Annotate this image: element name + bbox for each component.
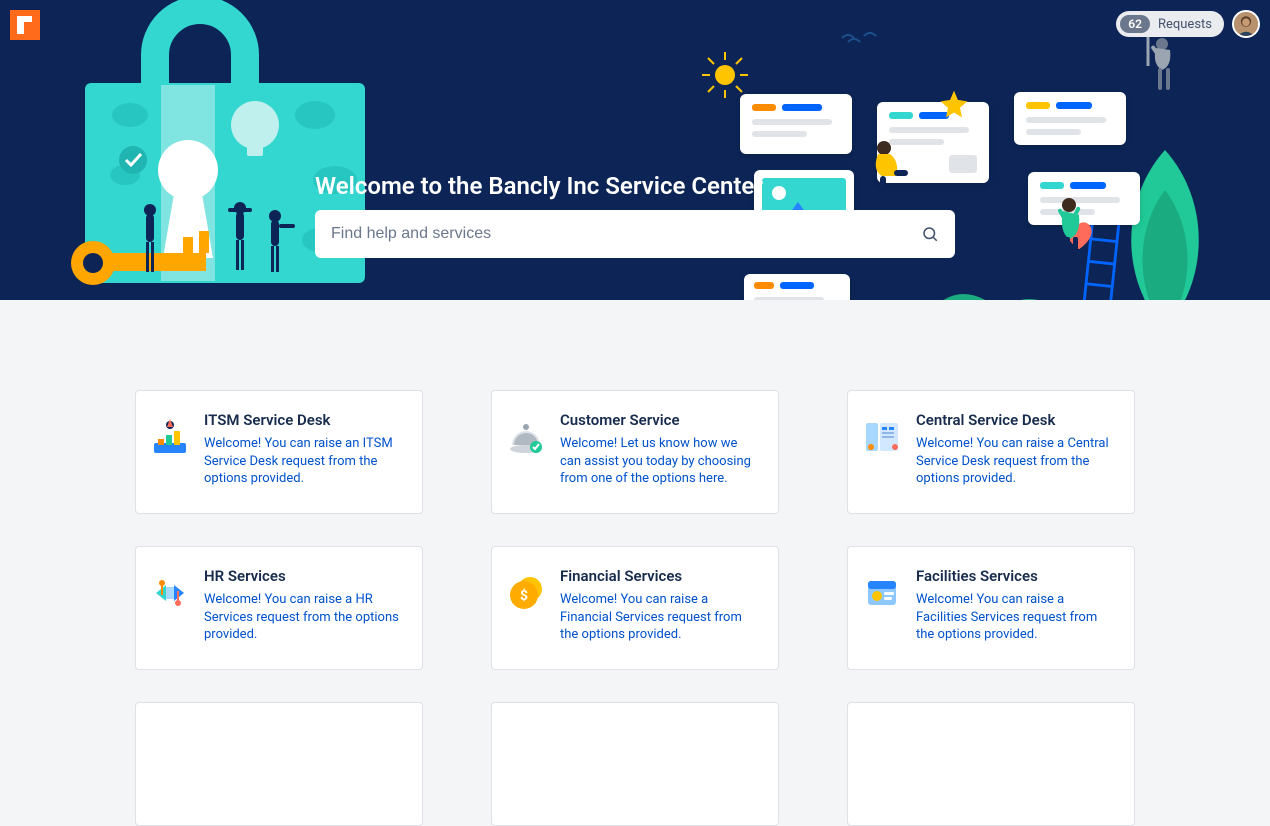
hero-banner: 62 Requests Welcome to the Bancly Inc Se…: [0, 0, 1270, 300]
birds-icon: [840, 32, 880, 52]
card-placeholder[interactable]: [847, 702, 1135, 826]
central-desk-icon: [862, 417, 902, 457]
card-title: Financial Services: [560, 567, 758, 585]
card-desc: Welcome! Let us know how we can assist y…: [560, 435, 758, 488]
requests-button[interactable]: 62 Requests: [1116, 11, 1224, 37]
bush-icon: [860, 272, 1080, 300]
hero-illustration-right: [720, 60, 1180, 300]
facilities-icon: [862, 573, 902, 613]
card-facilities-services[interactable]: Facilities Services Welcome! You can rai…: [847, 546, 1135, 670]
search-input[interactable]: [315, 210, 955, 258]
brand-logo[interactable]: [10, 10, 40, 40]
card-financial-services[interactable]: $ Financial Services Welcome! You can ra…: [491, 546, 779, 670]
card-desc: Welcome! You can raise a Central Service…: [916, 435, 1114, 488]
card-customer-service[interactable]: Customer Service Welcome! Let us know ho…: [491, 390, 779, 514]
search-container: [315, 210, 955, 258]
card-placeholder[interactable]: [135, 702, 423, 826]
card-placeholder[interactable]: [491, 702, 779, 826]
star-icon: [938, 88, 970, 120]
illustration-person-flag: [1140, 34, 1190, 96]
hr-icon: [150, 573, 190, 613]
card-desc: Welcome! You can raise a HR Services req…: [204, 591, 402, 644]
sun-icon: [700, 50, 750, 100]
card-itsm-service-desk[interactable]: ITSM Service Desk Welcome! You can raise…: [135, 390, 423, 514]
financial-icon: $: [506, 573, 546, 613]
card-title: Customer Service: [560, 411, 758, 429]
requests-label: Requests: [1158, 17, 1212, 32]
illustration-person-sitting: [870, 140, 912, 190]
customer-service-icon: [506, 417, 546, 457]
card-title: ITSM Service Desk: [204, 411, 402, 429]
user-avatar[interactable]: [1232, 10, 1260, 38]
itsm-icon: [150, 417, 190, 457]
illustration-person-climbing: [1051, 195, 1095, 265]
card-desc: Welcome! You can raise a Facilities Serv…: [916, 591, 1114, 644]
card-title: Facilities Services: [916, 567, 1114, 585]
card-hr-services[interactable]: HR Services Welcome! You can raise a HR …: [135, 546, 423, 670]
svg-text:$: $: [520, 587, 528, 604]
card-desc: Welcome! You can raise an ITSM Service D…: [204, 435, 402, 488]
card-title: Central Service Desk: [916, 411, 1114, 429]
hero-title: Welcome to the Bancly Inc Service Center: [315, 172, 763, 200]
requests-count-badge: 62: [1120, 15, 1150, 33]
card-title: HR Services: [204, 567, 402, 585]
card-desc: Welcome! You can raise a Financial Servi…: [560, 591, 758, 644]
card-central-service-desk[interactable]: Central Service Desk Welcome! You can ra…: [847, 390, 1135, 514]
service-card-grid: ITSM Service Desk Welcome! You can raise…: [0, 300, 1270, 826]
